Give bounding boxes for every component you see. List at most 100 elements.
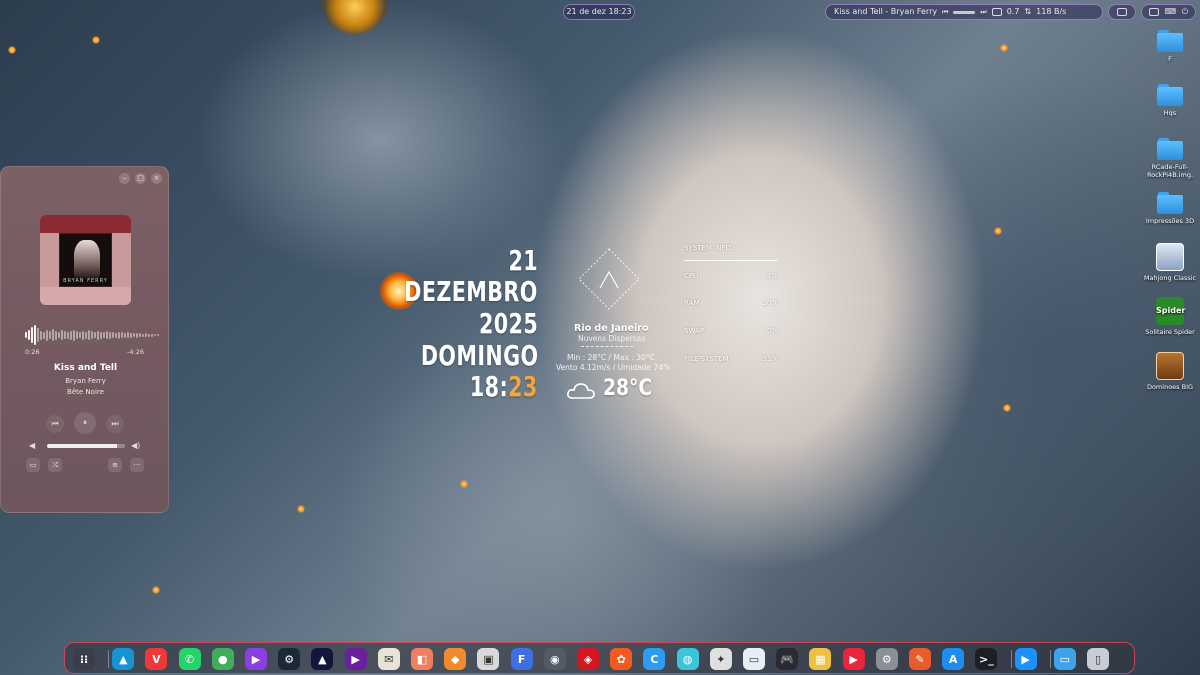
weather-city: Rio de Janeiro: [574, 323, 649, 334]
dock-photo-app-icon[interactable]: ✉: [377, 648, 400, 670]
system-info-divider: [684, 260, 778, 261]
waveform-bar: [73, 329, 75, 341]
desktop-folder-rcade[interactable]: RCade-Full-RockPi4B.img.: [1140, 138, 1200, 179]
swap-label: SWAP: [684, 327, 704, 335]
desktop-app-spider-solitaire[interactable]: Spider Solitaire Spider: [1140, 297, 1200, 336]
wallpaper-lens: [322, 0, 388, 34]
wallpaper-spark: [994, 227, 1002, 235]
previous-button[interactable]: ⏮: [46, 415, 64, 433]
dominoes-icon: [1156, 352, 1184, 380]
queue-button[interactable]: ≡: [108, 458, 122, 472]
panel-clock[interactable]: 21 de dez 18:23: [563, 4, 635, 20]
ram-value: 20%: [762, 299, 778, 307]
waveform-bar: [154, 334, 156, 336]
dock-app-store-icon[interactable]: A: [942, 648, 965, 670]
cover-band: [40, 215, 131, 233]
swap-value: 0%: [766, 327, 778, 335]
remaining-time: -4:26: [127, 348, 144, 356]
weather-description: Nuvens Dispersas: [578, 334, 646, 343]
waveform-bar: [133, 333, 135, 337]
cover-figure: [74, 240, 100, 278]
dock-archive-icon[interactable]: ▣: [477, 648, 500, 670]
waveform-bar: [97, 330, 99, 340]
power-icon[interactable]: ⏻: [1182, 5, 1188, 19]
panel-tray[interactable]: [1108, 4, 1136, 20]
dock-settings-icon[interactable]: ⚙: [875, 648, 898, 670]
more-options-button[interactable]: ···: [130, 458, 144, 472]
volume-slider[interactable]: [47, 444, 125, 448]
waveform-bar: [148, 333, 150, 337]
desktop-folder-impressoes-3d[interactable]: Impressões 3D: [1140, 192, 1200, 225]
waveform-bar: [49, 331, 51, 339]
desktop-icon-label: Mahjong Classic: [1143, 274, 1197, 282]
panel-next-icon[interactable]: ⏭: [980, 5, 986, 19]
dock-whatsapp-icon[interactable]: ✆: [178, 648, 201, 670]
dock-affinity-icon[interactable]: ▲: [311, 648, 334, 670]
waveform-bar: [100, 331, 102, 339]
dock-vivaldi-icon[interactable]: V: [145, 648, 168, 670]
mahjong-icon: [1156, 243, 1184, 271]
screenshot-icon[interactable]: [1148, 8, 1159, 16]
dock-arch-linux-icon[interactable]: ▲: [112, 648, 135, 670]
music-player-window[interactable]: – □ × BRYAN FERRY 0:26 -4:26 Kiss and Te…: [0, 166, 169, 513]
waveform-scrubber[interactable]: [25, 324, 159, 346]
dock-tv-app-icon[interactable]: ◈: [577, 648, 599, 670]
dock-puzzle-icon[interactable]: ✦: [709, 648, 732, 670]
dock-disk-icon[interactable]: ◉: [543, 648, 566, 670]
desktop-icon-label: RCade-Full-RockPi4B.img.: [1146, 163, 1194, 179]
waveform-bar: [70, 330, 72, 340]
panel-media-widget[interactable]: Kiss and Tell - Bryan Ferry ⏮ ⏭ 0.7 ⇅ 11…: [825, 4, 1103, 20]
waveform-bar: [130, 332, 132, 338]
dock-gamepad-icon[interactable]: 🎮: [776, 648, 799, 670]
minimize-button[interactable]: –: [119, 173, 130, 184]
dock-fluent-icon[interactable]: F: [510, 648, 533, 670]
desktop-folder-f[interactable]: F: [1140, 30, 1200, 63]
date-weekday: DOMINGO: [420, 339, 538, 372]
desktop-icon-label: F: [1168, 55, 1172, 63]
pause-button[interactable]: ⏸: [74, 412, 96, 434]
dock-video-download-icon[interactable]: ▶: [842, 648, 865, 670]
system-info-row: RAM 20%: [684, 299, 778, 307]
song-album: Bête Noire: [67, 388, 104, 396]
dock-media-player-icon[interactable]: ▶: [245, 648, 267, 670]
dock-editor-icon[interactable]: ✎: [909, 648, 931, 670]
sidebar-toggle-button[interactable]: ▭: [26, 458, 40, 472]
next-button[interactable]: ⏭: [106, 415, 124, 433]
date-year: 2025: [478, 307, 538, 340]
waveform-bar: [121, 332, 123, 338]
dock-downloader-icon[interactable]: ▶: [1014, 648, 1037, 670]
desktop-app-mahjong[interactable]: Mahjong Classic: [1140, 243, 1200, 282]
system-info-row: SWAP 0%: [684, 327, 778, 335]
dock-office-icon[interactable]: ◆: [444, 648, 467, 670]
dock-app-green-icon[interactable]: ●: [211, 648, 234, 670]
waveform-bar: [79, 332, 81, 338]
waveform-bar: [106, 331, 108, 339]
waveform-bar: [28, 330, 30, 340]
keyboard-icon[interactable]: ⌨: [1165, 5, 1177, 19]
dock-calc-icon[interactable]: ▦: [809, 648, 832, 670]
filesystem-label: FILE SYSTEM: [684, 355, 729, 363]
maximize-button[interactable]: □: [135, 173, 146, 184]
dock-maps-app-icon[interactable]: ◍: [676, 648, 699, 670]
dock-files-icon[interactable]: ▭: [1053, 648, 1076, 670]
waveform-bar: [142, 333, 144, 337]
desktop-app-dominoes[interactable]: Dominoes BIG: [1140, 352, 1200, 391]
panel-media-progress[interactable]: [953, 10, 976, 14]
close-button[interactable]: ×: [151, 173, 162, 184]
panel-network-value: 118 B/s: [1036, 7, 1067, 16]
dock-trash-icon[interactable]: ▯: [1087, 648, 1109, 670]
panel-power-group[interactable]: ⌨ ⏻: [1141, 4, 1196, 20]
dock-video-player-icon[interactable]: ▶: [344, 648, 367, 670]
panel-prev-icon[interactable]: ⏮: [942, 5, 948, 19]
tray-app-icon[interactable]: [1117, 8, 1127, 16]
desktop-folder-hqs[interactable]: Hqs: [1140, 84, 1200, 117]
dock-camera-app-icon[interactable]: ✿: [610, 648, 633, 670]
dock-pictures-icon[interactable]: ◧: [411, 648, 433, 670]
dock-notes-icon[interactable]: ▭: [743, 648, 765, 670]
dock-app-grid-icon[interactable]: ⁝⁝: [73, 648, 95, 670]
shuffle-button[interactable]: ⤮: [48, 458, 62, 472]
waveform-bar: [118, 331, 120, 339]
dock-c-app-icon[interactable]: C: [643, 648, 666, 670]
dock-steam-icon[interactable]: ⚙: [278, 648, 301, 670]
dock-terminal-icon[interactable]: >_: [975, 648, 998, 670]
